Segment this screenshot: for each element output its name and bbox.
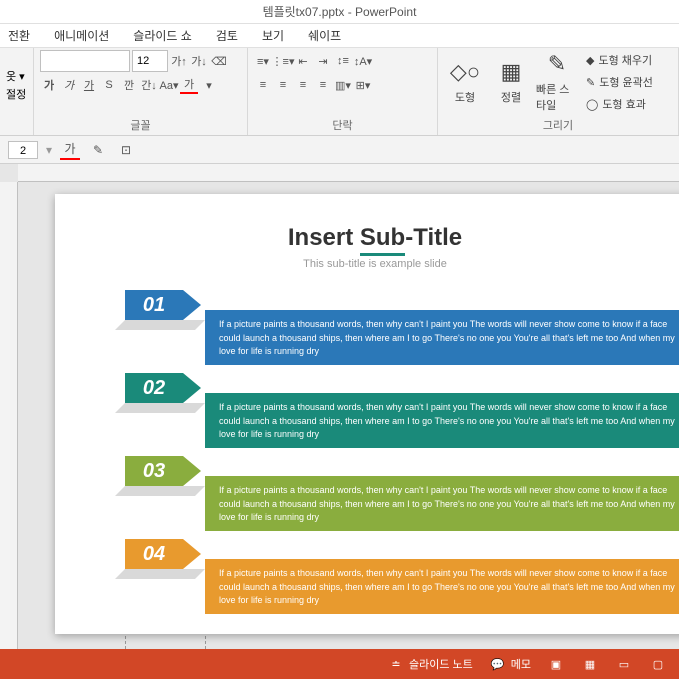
indent-dec-icon[interactable]: ⇤	[294, 52, 312, 70]
list-item[interactable]: 04 If a picture paints a thousand words,…	[55, 539, 679, 614]
window-title: 템플릿tx07.pptx - PowerPoint	[263, 3, 417, 20]
effects-icon: ◯	[586, 98, 598, 111]
font-color-quick-icon[interactable]: 가	[60, 140, 80, 160]
menu-shape[interactable]: 쉐이프	[308, 27, 341, 44]
item-text-4: If a picture paints a thousand words, th…	[205, 559, 679, 614]
slide[interactable]: Insert Sub-Title This sub-title is examp…	[55, 194, 679, 634]
line-spacing-icon[interactable]: ↕≡	[334, 52, 352, 70]
qb-sep: ▾	[46, 143, 52, 157]
underline-icon[interactable]: 가	[80, 76, 98, 94]
bold-icon[interactable]: 가	[40, 76, 58, 94]
number-badge-3: 03	[125, 456, 183, 486]
columns-icon[interactable]: ▥▾	[334, 76, 352, 94]
number-badge-4: 04	[125, 539, 183, 569]
shape-outline-button[interactable]: ✎ 도형 윤곽선	[586, 72, 653, 92]
indent-inc-icon[interactable]: ⇥	[314, 52, 332, 70]
slide-subtitle[interactable]: This sub-title is example slide	[55, 258, 679, 270]
align-left-icon[interactable]: ≡	[254, 76, 272, 94]
list-item[interactable]: 03 If a picture paints a thousand words,…	[55, 456, 679, 531]
ribbon-left-item-1[interactable]: 옷 ▾	[6, 68, 25, 84]
menu-slideshow[interactable]: 슬라이드 쇼	[133, 27, 192, 44]
align-justify-icon[interactable]: ≡	[314, 76, 332, 94]
quick-toolbar: 2 ▾ 가 ✎ ⊡	[0, 136, 679, 164]
ribbon-left-item-2[interactable]: 절정	[6, 86, 26, 102]
shadow-icon[interactable]: 깐	[120, 76, 138, 94]
arrange-button[interactable]: ▦ 정렬	[490, 50, 532, 114]
memo-button[interactable]: 💬 메모	[489, 655, 531, 673]
strike-icon[interactable]: S	[100, 76, 118, 94]
menu-animation[interactable]: 애니메이션	[54, 27, 109, 44]
list-item[interactable]: 02 If a picture paints a thousand words,…	[55, 373, 679, 448]
slide-notes-button[interactable]: ≐ 슬라이드 노트	[387, 655, 473, 673]
ruler-vertical[interactable]	[0, 182, 18, 649]
number-badge-1: 01	[125, 290, 183, 320]
number-badge-2: 02	[125, 373, 183, 403]
increase-font-icon[interactable]: 가↑	[170, 52, 188, 70]
quick-value[interactable]: 2	[8, 141, 38, 159]
fill-icon: ◆	[586, 54, 594, 67]
item-text-1: If a picture paints a thousand words, th…	[205, 310, 679, 365]
highlight-icon[interactable]: ▾	[200, 76, 218, 94]
slide-title[interactable]: Insert Sub-Title	[55, 224, 679, 252]
title-bar: 템플릿tx07.pptx - PowerPoint	[0, 0, 679, 24]
item-text-3: If a picture paints a thousand words, th…	[205, 476, 679, 531]
quick-styles-button[interactable]: ✎ 빠른 스타일	[536, 50, 578, 114]
sorter-view-icon[interactable]: ▦	[581, 655, 599, 673]
status-bar: ≐ 슬라이드 노트 💬 메모 ▣ ▦ ▭ ▢	[0, 649, 679, 679]
shape-effects-button[interactable]: ◯ 도형 효과	[586, 94, 653, 114]
reading-view-icon[interactable]: ▭	[615, 655, 633, 673]
ribbon-group-label-left	[6, 119, 27, 135]
drawing-group-label: 그리기	[444, 115, 672, 135]
spacing-icon[interactable]: 간↓	[140, 76, 158, 94]
menu-view[interactable]: 보기	[262, 27, 284, 44]
font-color-icon[interactable]: 가	[180, 76, 198, 94]
memo-icon: 💬	[489, 655, 507, 673]
quick-styles-icon: ✎	[548, 51, 566, 77]
eyedropper-icon[interactable]: ✎	[88, 140, 108, 160]
font-size-combo[interactable]	[132, 50, 168, 72]
font-group-label: 글꼴	[40, 115, 241, 135]
list-item[interactable]: 01 If a picture paints a thousand words,…	[55, 290, 679, 365]
italic-icon[interactable]: 가	[60, 76, 78, 94]
notes-icon: ≐	[387, 655, 405, 673]
shape-fill-button[interactable]: ◆ 도형 채우기	[586, 50, 653, 70]
slideshow-view-icon[interactable]: ▢	[649, 655, 667, 673]
decrease-font-icon[interactable]: 가↓	[190, 52, 208, 70]
align-center-icon[interactable]: ≡	[274, 76, 292, 94]
shapes-icon: ◇○	[450, 59, 480, 85]
outline-icon: ✎	[586, 76, 595, 89]
slide-canvas[interactable]: Insert Sub-Title This sub-title is examp…	[0, 164, 679, 649]
numbering-icon[interactable]: ⋮≡▾	[274, 52, 292, 70]
bullets-icon[interactable]: ≡▾	[254, 52, 272, 70]
clear-format-icon[interactable]: ⌫	[210, 52, 228, 70]
text-direction-icon[interactable]: ↕A▾	[354, 52, 372, 70]
menu-bar: 전환 애니메이션 슬라이드 쇼 검토 보기 쉐이프	[0, 24, 679, 48]
ribbon: 옷 ▾ 절정 가↑ 가↓ ⌫ 가 가 가 S 깐 간↓ Aa▾ 가 ▾	[0, 48, 679, 136]
smartart-icon[interactable]: ⊞▾	[354, 76, 372, 94]
item-text-2: If a picture paints a thousand words, th…	[205, 393, 679, 448]
menu-transition[interactable]: 전환	[8, 27, 30, 44]
ruler-horizontal[interactable]	[18, 164, 679, 182]
arrange-icon: ▦	[501, 59, 522, 85]
font-family-combo[interactable]	[40, 50, 130, 72]
shapes-button[interactable]: ◇○ 도형	[444, 50, 486, 114]
case-icon[interactable]: Aa▾	[160, 76, 178, 94]
paragraph-group-label: 단락	[254, 115, 431, 135]
crop-icon[interactable]: ⊡	[116, 140, 136, 160]
menu-review[interactable]: 검토	[216, 27, 238, 44]
align-right-icon[interactable]: ≡	[294, 76, 312, 94]
normal-view-icon[interactable]: ▣	[547, 655, 565, 673]
